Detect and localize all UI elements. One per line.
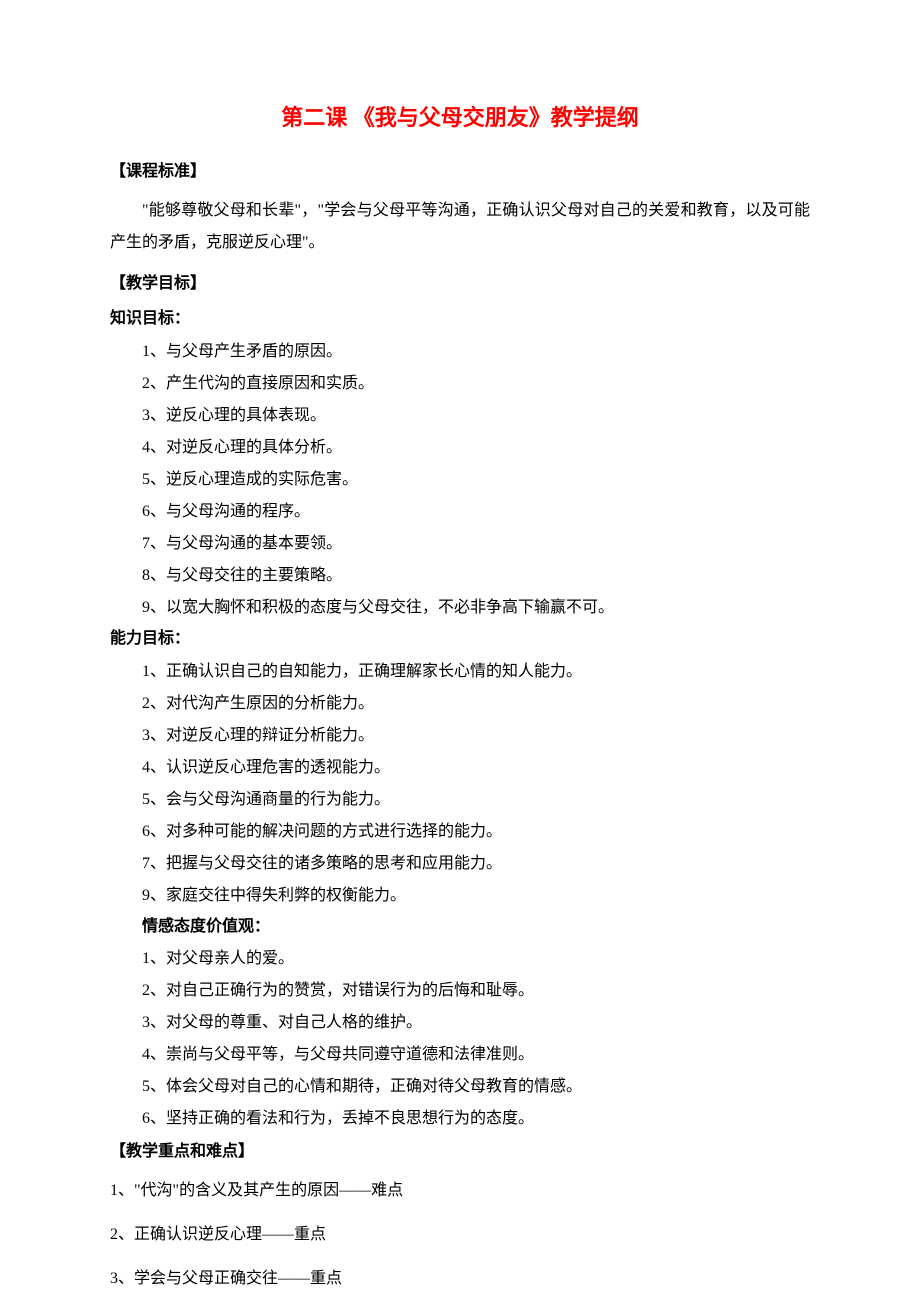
standard-content: "能够尊敬父母和长辈"，"学会与父母平等沟通，正确认识父母对自己的关爱和教育，以… [110, 195, 810, 259]
list-item: 7、把握与父母交往的诸多策略的思考和应用能力。 [142, 850, 810, 878]
list-item: 9、家庭交往中得失利弊的权衡能力。 [142, 882, 810, 910]
list-item: 9、以宽大胸怀和积极的态度与父母交往，不必非争高下输赢不可。 [142, 594, 810, 622]
list-item: 2、对代沟产生原因的分析能力。 [142, 690, 810, 718]
focus-header: 【教学重点和难点】 [110, 1139, 810, 1165]
list-item: 1、对父母亲人的爱。 [142, 945, 810, 973]
ability-header: 能力目标： [110, 626, 810, 652]
list-item: 7、与父母沟通的基本要领。 [142, 530, 810, 558]
list-item: 3、对父母的尊重、对自己人格的维护。 [142, 1009, 810, 1037]
list-item: 2、对自己正确行为的赞赏，对错误行为的后悔和耻辱。 [142, 977, 810, 1005]
emotion-header: 情感态度价值观： [110, 914, 810, 940]
standard-header: 【课程标准】 [110, 159, 810, 185]
document-title: 第二课 《我与父母交朋友》教学提纲 [110, 100, 810, 135]
list-item: 4、认识逆反心理危害的透视能力。 [142, 754, 810, 782]
list-item: 1、"代沟"的含义及其产生的原因——难点 [110, 1175, 810, 1207]
list-item: 4、对逆反心理的具体分析。 [142, 434, 810, 462]
list-item: 5、逆反心理造成的实际危害。 [142, 466, 810, 494]
list-item: 1、与父母产生矛盾的原因。 [142, 338, 810, 366]
list-item: 6、与父母沟通的程序。 [142, 498, 810, 526]
list-item: 2、正确认识逆反心理——重点 [110, 1219, 810, 1251]
focus-list: 1、"代沟"的含义及其产生的原因——难点 2、正确认识逆反心理——重点 3、学会… [110, 1175, 810, 1295]
knowledge-list: 1、与父母产生矛盾的原因。 2、产生代沟的直接原因和实质。 3、逆反心理的具体表… [110, 338, 810, 622]
list-item: 3、学会与父母正确交往——重点 [110, 1263, 810, 1295]
list-item: 8、与父母交往的主要策略。 [142, 562, 810, 590]
list-item: 3、对逆反心理的辩证分析能力。 [142, 722, 810, 750]
list-item: 6、坚持正确的看法和行为，丢掉不良思想行为的态度。 [142, 1105, 810, 1133]
emotion-list: 1、对父母亲人的爱。 2、对自己正确行为的赞赏，对错误行为的后悔和耻辱。 3、对… [110, 945, 810, 1133]
ability-list: 1、正确认识自己的自知能力，正确理解家长心情的知人能力。 2、对代沟产生原因的分… [110, 658, 810, 910]
list-item: 2、产生代沟的直接原因和实质。 [142, 370, 810, 398]
list-item: 3、逆反心理的具体表现。 [142, 402, 810, 430]
list-item: 5、会与父母沟通商量的行为能力。 [142, 786, 810, 814]
knowledge-header: 知识目标： [110, 306, 810, 332]
objectives-header: 【教学目标】 [110, 271, 810, 297]
list-item: 4、崇尚与父母平等，与父母共同遵守道德和法律准则。 [142, 1041, 810, 1069]
list-item: 1、正确认识自己的自知能力，正确理解家长心情的知人能力。 [142, 658, 810, 686]
list-item: 5、体会父母对自己的心情和期待，正确对待父母教育的情感。 [142, 1073, 810, 1101]
list-item: 6、对多种可能的解决问题的方式进行选择的能力。 [142, 818, 810, 846]
